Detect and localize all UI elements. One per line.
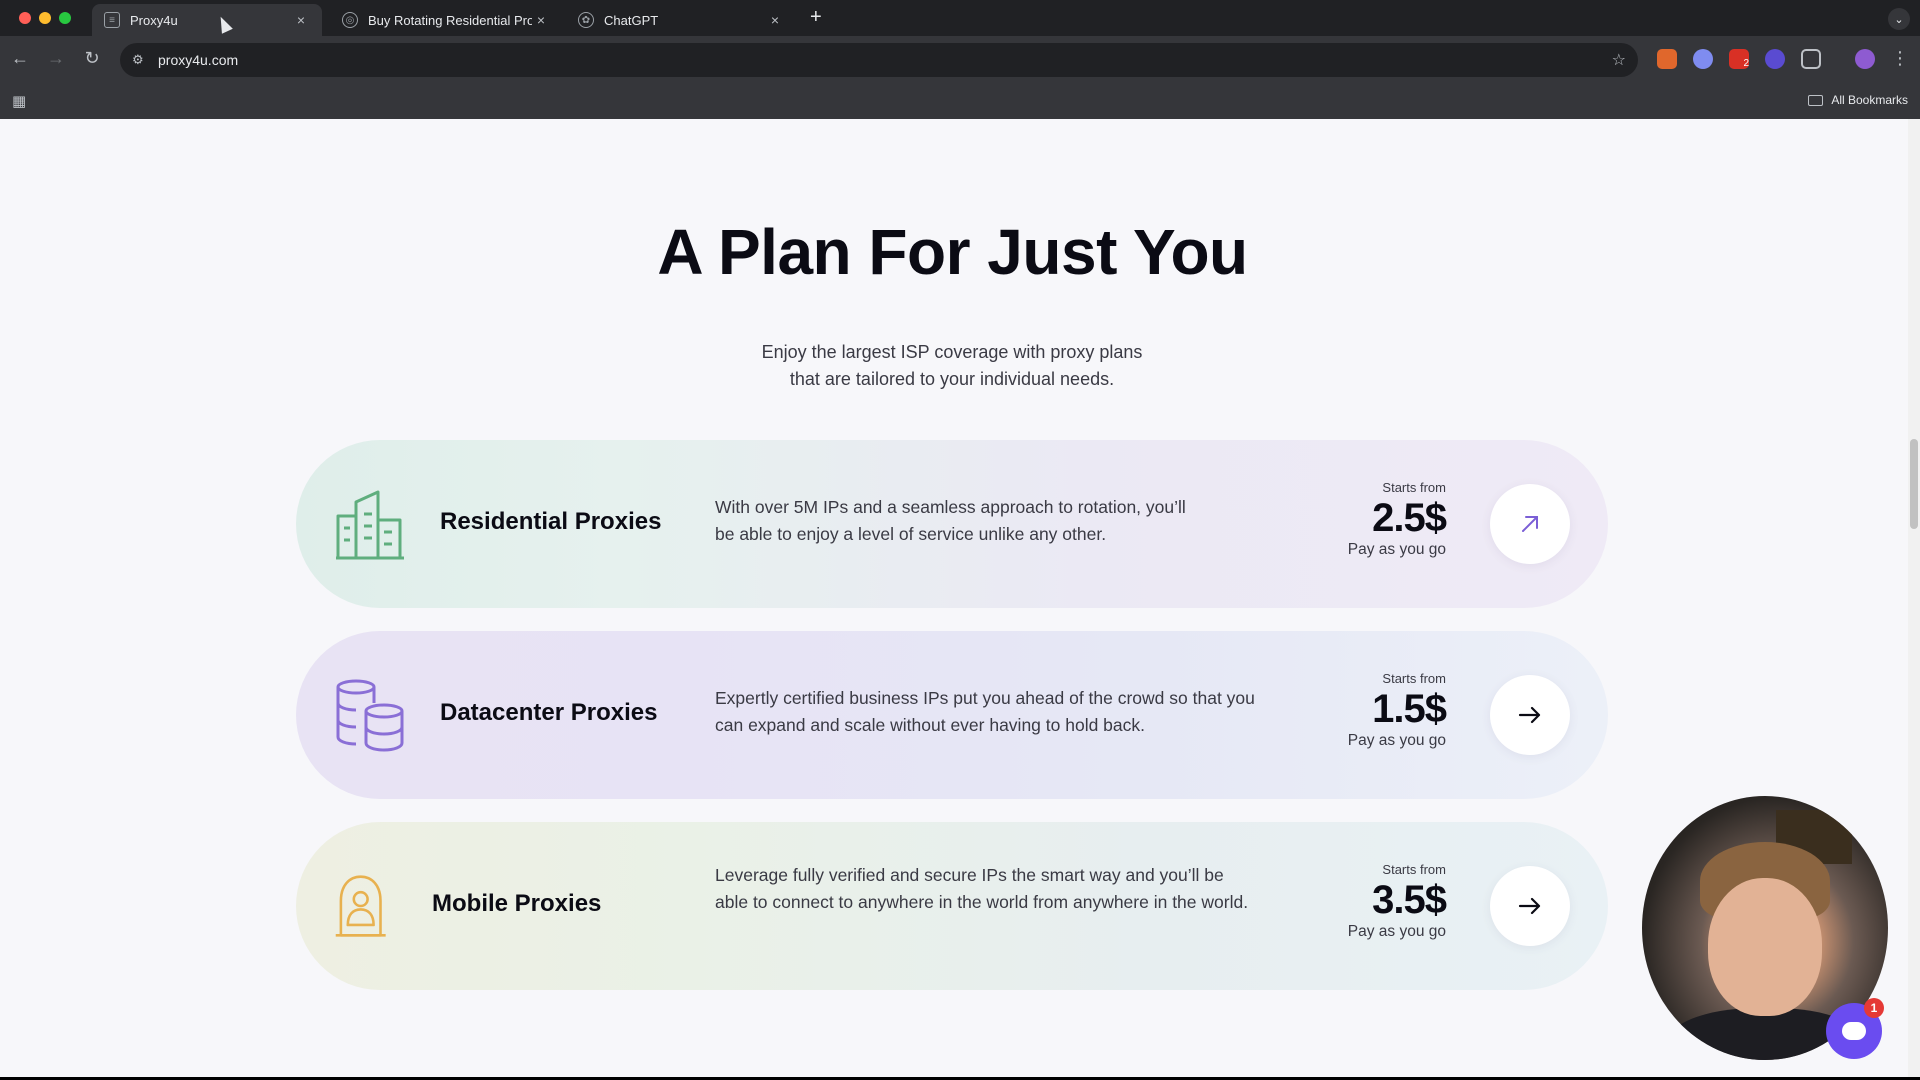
- plan-price-box: Starts from 1.5$ Pay as you go: [1347, 671, 1447, 750]
- reload-icon[interactable]: ↻: [80, 48, 104, 69]
- plan-card-mobile[interactable]: Mobile Proxies Leverage fully verified a…: [296, 822, 1608, 990]
- apps-grid-icon[interactable]: ▦: [12, 92, 26, 110]
- plan-price: 3.5$: [1372, 878, 1447, 922]
- extension-fox-icon[interactable]: [1657, 49, 1677, 69]
- chat-notification-badge: 1: [1864, 998, 1884, 1018]
- browser-menu-icon[interactable]: ⋮: [1888, 48, 1912, 69]
- tab-chatgpt[interactable]: ✿ ChatGPT ×: [566, 4, 796, 36]
- plan-description: Expertly certified business IPs put you …: [715, 688, 1255, 735]
- plan-card-datacenter[interactable]: Datacenter Proxies Expertly certified bu…: [296, 631, 1608, 799]
- back-arrow-icon[interactable]: ←: [8, 48, 32, 69]
- extension-gear-icon[interactable]: [1765, 49, 1785, 69]
- all-bookmarks-label: All Bookmarks: [1831, 93, 1908, 107]
- starts-from-label: Starts from: [1382, 480, 1446, 495]
- plan-description: With over 5M IPs and a seamless approach…: [715, 497, 1186, 544]
- plan-price-box: Starts from 3.5$ Pay as you go: [1347, 862, 1447, 941]
- plan-arrow-button[interactable]: [1490, 484, 1570, 564]
- webcam-person-face: [1708, 878, 1822, 1016]
- extension-cloud-icon[interactable]: [1693, 49, 1713, 69]
- plan-price-box: Starts from 2.5$ Pay as you go: [1347, 480, 1447, 559]
- address-bar[interactable]: ⚙ proxy4u.com ☆: [120, 43, 1638, 77]
- plan-arrow-button[interactable]: [1490, 675, 1570, 755]
- maximize-window-button[interactable]: [59, 12, 71, 24]
- close-window-button[interactable]: [19, 12, 31, 24]
- page-subtitle: Enjoy the largest ISP coverage with prox…: [652, 339, 1252, 393]
- browser-toolbar: ← → ↻ ⚙ proxy4u.com ☆ 2 ⋮: [0, 36, 1920, 84]
- database-icon: [336, 679, 404, 752]
- plan-card-residential[interactable]: Residential Proxies With over 5M IPs and…: [296, 440, 1608, 608]
- page-content: A Plan For Just You Enjoy the largest IS…: [0, 119, 1908, 1077]
- page-scrollbar[interactable]: [1908, 119, 1920, 1077]
- forward-arrow-icon[interactable]: →: [44, 48, 68, 69]
- building-icon: [336, 490, 404, 560]
- plan-name: Residential Proxies: [440, 508, 662, 535]
- tab-title: Buy Rotating Residential Pro: [368, 12, 532, 28]
- tab-search-chevron-icon[interactable]: ⌄: [1888, 8, 1910, 30]
- folder-icon: [1808, 94, 1824, 106]
- chat-icon: [1842, 1022, 1866, 1040]
- arrow-right-icon: [1518, 897, 1541, 915]
- browser-chrome: ≡ Proxy4u × ◎ Buy Rotating Residential P…: [0, 0, 1920, 119]
- url-text: proxy4u.com: [158, 52, 239, 68]
- extension-badge-icon[interactable]: 2: [1729, 49, 1749, 69]
- mobile-lock-icon: [335, 875, 386, 937]
- plan-price: 2.5$: [1372, 496, 1447, 540]
- tab-strip: ≡ Proxy4u × ◎ Buy Rotating Residential P…: [0, 0, 1920, 36]
- spiral-favicon-icon: ◎: [342, 12, 358, 28]
- billing-label: Pay as you go: [1347, 732, 1446, 749]
- billing-label: Pay as you go: [1347, 923, 1446, 940]
- tab-proxy4u[interactable]: ≡ Proxy4u ×: [92, 4, 322, 36]
- starts-from-label: Starts from: [1382, 671, 1446, 686]
- tab-title: Proxy4u: [130, 12, 178, 28]
- extension-badge-count: 2: [1743, 58, 1749, 69]
- plan-arrow-button[interactable]: [1490, 866, 1570, 946]
- close-tab-icon[interactable]: ×: [292, 12, 310, 28]
- plan-description: Leverage fully verified and secure IPs t…: [715, 865, 1249, 912]
- plan-price: 1.5$: [1372, 687, 1447, 731]
- chatgpt-favicon-icon: ✿: [578, 12, 594, 28]
- profile-avatar[interactable]: [1855, 49, 1875, 69]
- minimize-window-button[interactable]: [39, 12, 51, 24]
- page-title: A Plan For Just You: [657, 216, 1248, 288]
- arrow-right-icon: [1518, 706, 1541, 724]
- subtitle-line-1: Enjoy the largest ISP coverage with prox…: [761, 342, 1143, 362]
- all-bookmarks-button[interactable]: All Bookmarks: [1808, 93, 1908, 107]
- close-tab-icon[interactable]: ×: [532, 12, 550, 28]
- proxy4u-favicon-icon: ≡: [104, 12, 120, 28]
- plan-name: Mobile Proxies: [432, 890, 602, 917]
- arrow-up-right-icon: [1522, 516, 1538, 532]
- bookmarks-bar: ▦ All Bookmarks: [0, 84, 1920, 119]
- scrollbar-thumb[interactable]: [1910, 439, 1918, 529]
- new-tab-button[interactable]: +: [810, 6, 822, 29]
- tab-title: ChatGPT: [604, 12, 659, 28]
- plan-name: Datacenter Proxies: [440, 699, 658, 726]
- close-tab-icon[interactable]: ×: [766, 12, 784, 28]
- extensions-puzzle-icon[interactable]: [1801, 49, 1821, 69]
- tab-buy-rotating-residential[interactable]: ◎ Buy Rotating Residential Pro ×: [330, 4, 562, 36]
- bookmark-star-icon[interactable]: ☆: [1612, 50, 1626, 70]
- site-settings-icon[interactable]: ⚙: [132, 52, 152, 68]
- subtitle-line-2: that are tailored to your individual nee…: [789, 369, 1115, 389]
- billing-label: Pay as you go: [1347, 541, 1446, 558]
- starts-from-label: Starts from: [1382, 862, 1446, 877]
